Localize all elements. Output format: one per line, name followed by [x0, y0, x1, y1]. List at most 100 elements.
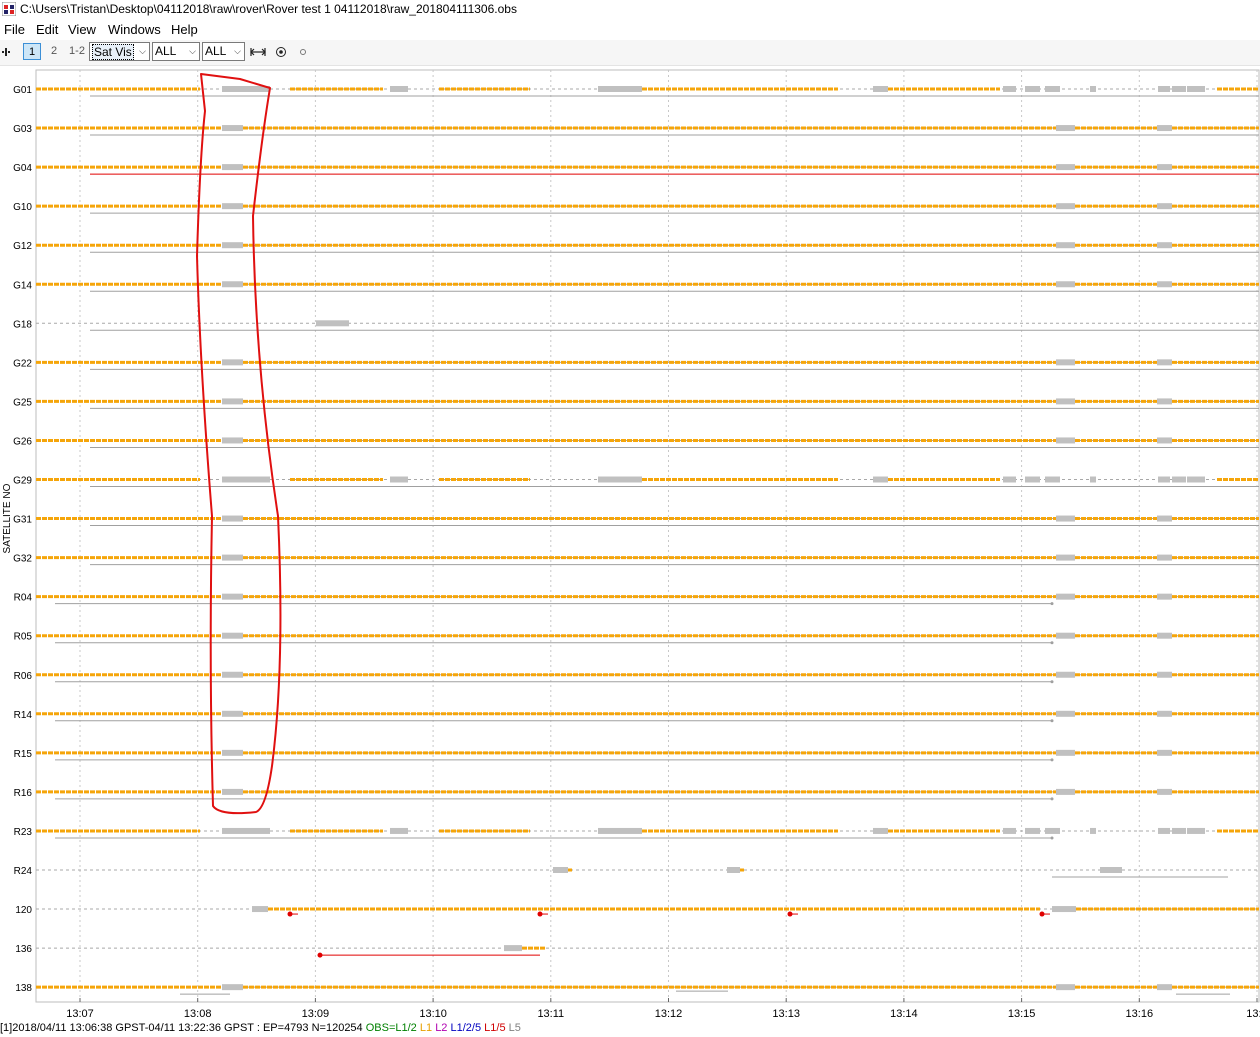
data-gap: [222, 710, 243, 717]
satellite-select[interactable]: ALL ⌵: [152, 42, 200, 61]
data-gap: [222, 827, 270, 834]
data-gap: [1187, 476, 1205, 483]
frequency-select[interactable]: ALL ⌵: [202, 42, 245, 61]
menu-file[interactable]: File: [1, 19, 28, 40]
data-gap: [222, 242, 243, 249]
data-gap: [1157, 984, 1172, 991]
data-gap: [1090, 86, 1096, 92]
satellite-label: R15: [14, 749, 33, 760]
data-gap: [1025, 827, 1040, 834]
point-icon[interactable]: [299, 48, 309, 58]
data-gap: [873, 476, 888, 483]
data-gap: [1157, 359, 1172, 366]
frequency-select-value: ALL: [205, 44, 227, 58]
satellite-label: G32: [13, 554, 32, 565]
toolbar: 1 2 1-2 Sat Vis ⌵ ALL ⌵ ALL ⌵: [0, 40, 1260, 66]
data-gap: [1157, 398, 1172, 405]
data-gap: [222, 671, 243, 678]
data-gap: [1045, 827, 1060, 834]
menu-view[interactable]: View: [65, 19, 99, 40]
data-gap: [1157, 281, 1172, 288]
window-title: C:\Users\Tristan\Desktop\04112018\raw\ro…: [20, 2, 517, 16]
data-gap: [222, 632, 243, 639]
data-gap: [390, 476, 408, 483]
data-gap: [1056, 164, 1075, 171]
x-tick-label: 13:13: [772, 1008, 800, 1020]
slip-marker: [1050, 758, 1054, 762]
data-gap: [1157, 593, 1172, 600]
menu-windows[interactable]: Windows: [105, 19, 164, 40]
satellite-label: R14: [14, 710, 33, 721]
satellite-label: G01: [13, 85, 32, 96]
x-tick-label: 13:11: [537, 1008, 564, 1020]
data-gap: [1056, 749, 1075, 756]
data-gap: [1045, 86, 1060, 92]
slip-marker: [1050, 719, 1054, 723]
slip-marker: [1050, 797, 1054, 801]
obs-1-button[interactable]: 1: [23, 43, 41, 60]
data-gap: [1056, 632, 1075, 639]
data-gap: [222, 749, 243, 756]
data-gap: [1172, 86, 1186, 92]
obs-2-button[interactable]: 2: [45, 43, 63, 60]
data-gap: [222, 359, 243, 366]
data-gap: [222, 86, 270, 92]
data-gap: [1056, 242, 1075, 249]
data-gap: [222, 554, 243, 561]
data-gap: [553, 867, 568, 873]
data-gap: [222, 125, 243, 132]
data-gap: [1157, 437, 1172, 444]
plot-type-select[interactable]: Sat Vis ⌵: [89, 42, 150, 61]
pan-icon[interactable]: [2, 47, 12, 57]
data-gap: [222, 281, 243, 288]
satellite-label: G12: [13, 241, 32, 252]
satellite-label: R05: [14, 632, 33, 643]
satellite-label: 136: [15, 944, 32, 955]
data-gap: [1172, 827, 1186, 834]
data-gap: [1157, 164, 1172, 171]
data-gap: [222, 164, 243, 171]
data-gap: [222, 476, 270, 483]
data-gap: [1056, 593, 1075, 600]
status-obs: OBS=L1/2: [365, 1022, 417, 1034]
satellite-visibility-plot[interactable]: 13:07 13:08 13:09 13:10 13:11 13:12 13:13 13:14…: [0, 66, 1260, 1020]
menu-help[interactable]: Help: [168, 19, 201, 40]
center-target-icon[interactable]: [275, 46, 287, 58]
satellite-label: G31: [13, 515, 32, 526]
title-bar: C:\Users\Tristan\Desktop\04112018\raw\ro…: [0, 0, 1260, 19]
chevron-down-icon: ⌵: [139, 46, 146, 56]
data-gap: [1158, 86, 1170, 92]
x-tick-label: 13:12: [655, 1008, 683, 1020]
chevron-down-icon: ⌵: [234, 46, 241, 56]
satellite-label: R06: [14, 671, 33, 682]
satellite-select-value: ALL: [155, 44, 177, 58]
data-gap: [1056, 281, 1075, 288]
data-gap: [873, 827, 888, 834]
status-l1: L1: [419, 1022, 433, 1034]
data-gap: [222, 398, 243, 405]
satellite-label: G22: [13, 358, 32, 369]
data-gap: [1052, 906, 1076, 913]
obs-1-2-button[interactable]: 1-2: [66, 43, 88, 60]
satellite-label: G14: [13, 280, 32, 291]
data-gap: [1157, 749, 1172, 756]
status-info: 2018/04/11 13:06:38 GPST-04/11 13:22:36 …: [12, 1022, 363, 1034]
slip-marker: [1050, 680, 1054, 684]
satellite-label: R23: [14, 827, 33, 838]
y-axis-title: SATELLITE NO: [2, 483, 13, 553]
data-gap: [1056, 515, 1075, 522]
data-gap: [1056, 984, 1075, 991]
data-gap: [222, 203, 243, 210]
data-gap: [1003, 476, 1016, 483]
slip-marker: [1050, 602, 1054, 606]
menu-edit[interactable]: Edit: [33, 19, 61, 40]
fit-horizontal-icon[interactable]: [250, 46, 266, 58]
x-tick-label: 13:15: [1008, 1008, 1036, 1020]
data-gap: [598, 86, 642, 92]
data-gap: [222, 984, 243, 991]
satellite-label: 120: [15, 905, 32, 916]
data-gap: [222, 593, 243, 600]
satellite-label: G10: [13, 202, 32, 213]
data-gap: [1157, 203, 1172, 210]
data-gap: [1056, 554, 1075, 561]
